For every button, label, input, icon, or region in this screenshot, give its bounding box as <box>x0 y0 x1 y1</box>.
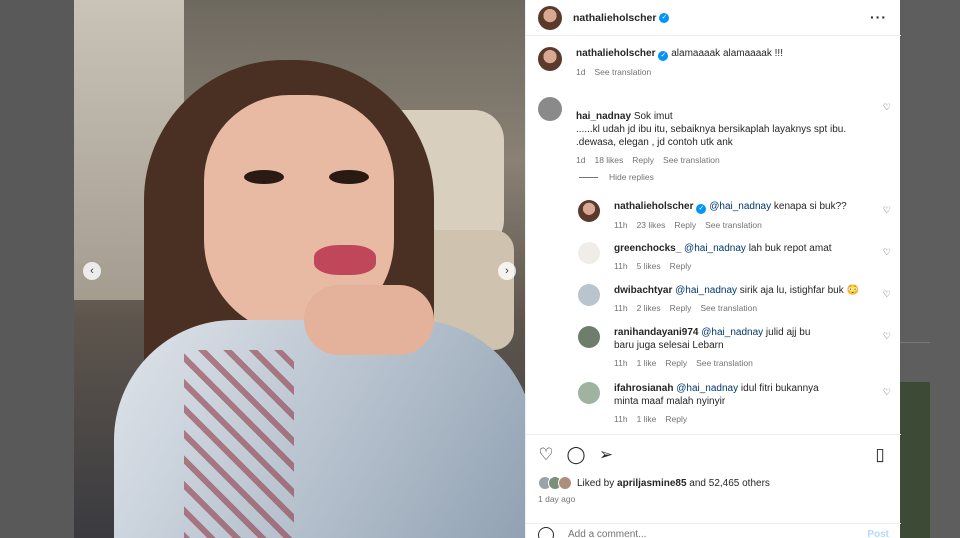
avatar[interactable] <box>558 476 572 490</box>
hide-replies-label: Hide replies <box>609 172 654 182</box>
reply-username[interactable]: greenchocks_ <box>614 243 681 254</box>
reply-username[interactable]: dwibachtyar <box>614 285 672 296</box>
post-header: nathalieholscher ✓ ··· <box>526 0 901 36</box>
reply-time[interactable]: 11h <box>614 220 628 230</box>
verified-icon: ✓ <box>659 12 670 23</box>
list-item: dwibachtyar @hai_nadnay sirik aja lu, is… <box>578 284 891 315</box>
dress-embroidery <box>184 350 294 538</box>
chevron-right-icon[interactable]: › <box>498 262 516 280</box>
caption: nathalieholscher ✓ alamaaaak alamaaaak !!… <box>538 47 891 79</box>
reply-likes[interactable]: 5 likes <box>637 261 661 271</box>
hide-replies-button[interactable]: Hide replies <box>579 172 654 182</box>
reply-text: lah buk repot amat <box>748 243 832 254</box>
comment-icon[interactable]: ◯ <box>566 445 586 465</box>
list-item: ifahrosianah @hai_nadnay idul fitri buka… <box>578 382 891 426</box>
heart-icon[interactable]: ♡ <box>883 247 891 258</box>
reply-text: kenapa si buk?? <box>773 201 847 212</box>
heart-icon[interactable]: ♡ <box>883 102 891 113</box>
hand <box>304 285 434 355</box>
background-thumbnail <box>900 382 930 538</box>
right-eye <box>329 170 369 184</box>
more-icon[interactable]: ··· <box>870 9 887 25</box>
caption-time[interactable]: 1d <box>576 67 585 77</box>
mention-link[interactable]: @hai_nadnay <box>709 201 771 212</box>
comment-time[interactable]: 1d <box>576 155 585 165</box>
reply-username[interactable]: ranihandayani974 <box>614 327 698 338</box>
list-item: hai_nadnay Sok imut ......kl udah jd ibu… <box>538 97 891 180</box>
reply-time[interactable]: 11h <box>614 414 628 424</box>
mention-link[interactable]: @hai_nadnay <box>676 383 738 394</box>
chevron-left-icon[interactable]: ‹ <box>83 262 101 280</box>
mention-link[interactable]: @hai_nadnay <box>701 327 763 338</box>
comment-input[interactable]: Add a comment... <box>568 529 646 538</box>
reply-likes[interactable]: 1 like <box>637 414 657 424</box>
likes-summary: Liked by apriljasmine85 and 52,465 other… <box>538 476 770 490</box>
divider <box>579 176 598 178</box>
avatar[interactable] <box>578 242 600 264</box>
reply-button[interactable]: Reply <box>670 261 692 271</box>
comment-username[interactable]: hai_nadnay <box>576 111 631 122</box>
author-username[interactable]: nathalieholscher <box>573 12 656 24</box>
see-translation-link[interactable]: See translation <box>700 303 757 313</box>
reply-text: sirik aja lu, istighfar buk 😳 <box>739 285 859 296</box>
lips <box>314 245 376 275</box>
reply-time[interactable]: 11h <box>614 261 628 271</box>
reply-button[interactable]: Reply <box>665 358 687 368</box>
post-timestamp[interactable]: 1 day ago <box>538 494 575 504</box>
avatar[interactable] <box>578 200 600 222</box>
avatar[interactable] <box>578 326 600 348</box>
see-translation-link[interactable]: See translation <box>696 358 753 368</box>
post-button[interactable]: Post <box>867 529 889 538</box>
comment-likes[interactable]: 18 likes <box>594 155 623 165</box>
heart-icon[interactable]: ♡ <box>883 387 891 398</box>
avatar[interactable] <box>578 382 600 404</box>
reply-button[interactable]: Reply <box>670 303 692 313</box>
caption-username[interactable]: nathalieholscher <box>576 48 655 59</box>
verified-icon: ✓ <box>658 51 669 61</box>
likes-prefix: Liked by <box>577 477 618 489</box>
mention-link[interactable]: @hai_nadnay <box>684 243 746 254</box>
reply-button[interactable]: Reply <box>665 414 687 424</box>
heart-icon[interactable]: ♡ <box>883 289 891 300</box>
dress <box>114 320 525 538</box>
comments-list[interactable]: nathalieholscher ✓ alamaaaak alamaaaak !!… <box>526 36 901 434</box>
list-item: nathalieholscher ✓ @hai_nadnay kenapa si … <box>578 200 891 232</box>
post-actions: ♡ ◯ ➢ ▯ Liked by apriljasmine85 and 52,4… <box>526 434 901 538</box>
caption-text: alamaaaak alamaaaak !!! <box>671 48 783 59</box>
reply-button[interactable]: Reply <box>632 155 654 165</box>
post-image[interactable] <box>74 0 525 538</box>
list-item: greenchocks_ @hai_nadnay lah buk repot a… <box>578 242 891 273</box>
reply-likes[interactable]: 1 like <box>637 358 657 368</box>
post-side-panel: nathalieholscher ✓ ··· nathalieholscher ✓… <box>525 0 901 538</box>
likes-suffix[interactable]: and 52,465 others <box>687 478 770 489</box>
list-item: ranihandayani974 @hai_nadnay julid ajj b… <box>578 326 891 370</box>
share-icon[interactable]: ➢ <box>596 445 616 465</box>
heart-icon[interactable]: ♡ <box>883 205 891 216</box>
liker-username[interactable]: apriljasmine85 <box>617 478 686 489</box>
avatar[interactable] <box>538 97 562 121</box>
reply-time[interactable]: 11h <box>614 358 628 368</box>
heart-icon[interactable]: ♡ <box>883 331 891 342</box>
mention-link[interactable]: @hai_nadnay <box>675 285 737 296</box>
background-divider <box>900 342 930 343</box>
add-comment-bar: Add a comment... Post <box>526 523 901 538</box>
reply-likes[interactable]: 2 likes <box>637 303 661 313</box>
bookmark-icon[interactable]: ▯ <box>870 445 890 465</box>
see-translation-link[interactable]: See translation <box>594 67 651 77</box>
reply-time[interactable]: 11h <box>614 303 628 313</box>
verified-icon: ✓ <box>696 204 707 214</box>
reply-button[interactable]: Reply <box>674 220 696 230</box>
reply-username[interactable]: ifahrosianah <box>614 383 673 394</box>
reply-username[interactable]: nathalieholscher <box>614 201 693 212</box>
see-translation-link[interactable]: See translation <box>705 220 762 230</box>
see-translation-link[interactable]: See translation <box>663 155 720 165</box>
avatar[interactable] <box>538 5 562 30</box>
emoji-icon[interactable] <box>538 527 554 538</box>
reply-likes[interactable]: 23 likes <box>637 220 666 230</box>
avatar[interactable] <box>578 284 600 306</box>
avatar[interactable] <box>538 47 562 71</box>
heart-icon[interactable]: ♡ <box>536 445 556 465</box>
left-eye <box>244 170 284 184</box>
